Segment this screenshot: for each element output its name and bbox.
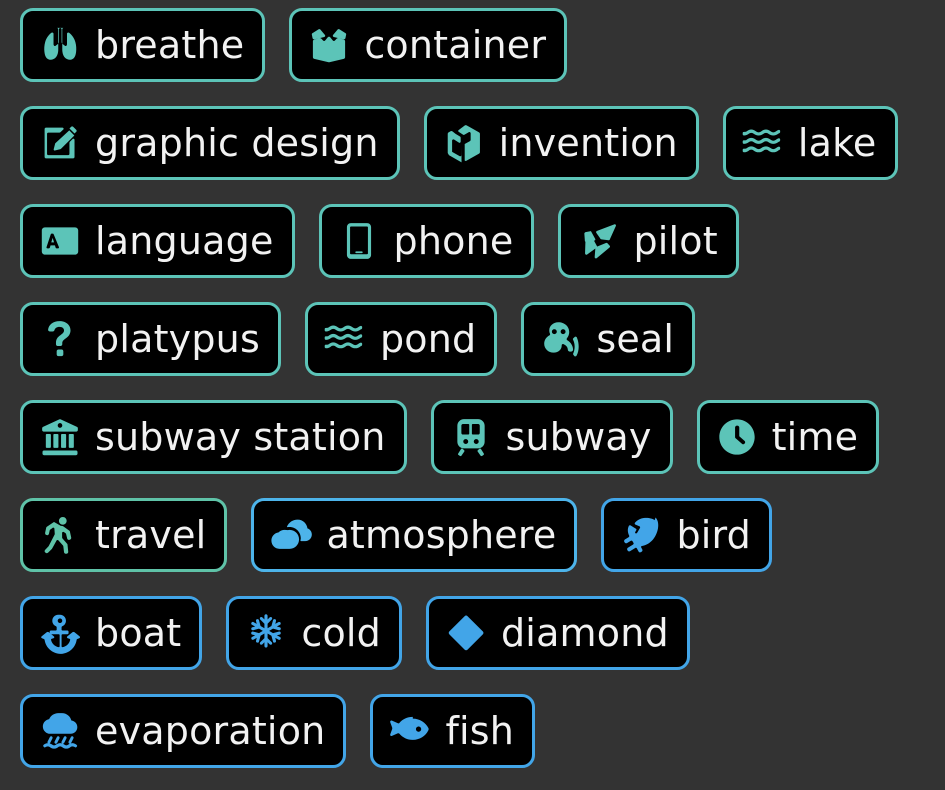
chip-label: container — [364, 23, 547, 67]
diamond-icon — [445, 612, 487, 654]
concept-chip-language[interactable]: language — [20, 204, 295, 278]
chip-label: evaporation — [95, 709, 326, 753]
concept-chip-seal[interactable]: seal — [521, 302, 696, 376]
chip-row: breathe container — [20, 8, 945, 82]
fish-icon — [389, 710, 431, 752]
chip-row: travel atmosphere bird — [20, 498, 945, 572]
paper-plane-icon — [577, 220, 619, 262]
chip-label: atmosphere — [326, 513, 557, 557]
concept-chip-evaporation[interactable]: evaporation — [20, 694, 347, 768]
chip-label: boat — [95, 611, 182, 655]
concept-chip-cold[interactable]: cold — [226, 596, 402, 670]
walking-person-icon — [39, 514, 81, 556]
concept-chip-container[interactable]: container — [289, 8, 568, 82]
concept-chip-graphic-design[interactable]: graphic design — [20, 106, 400, 180]
chip-label: breathe — [95, 23, 245, 67]
chip-row: language phone pilot — [20, 204, 945, 278]
lungs-icon — [39, 24, 81, 66]
chip-label: cold — [301, 611, 381, 655]
chip-label: fish — [445, 709, 515, 753]
feather-icon — [620, 514, 662, 556]
concept-chip-bird[interactable]: bird — [601, 498, 772, 572]
translate-icon — [39, 220, 81, 262]
waves-icon — [324, 318, 366, 360]
concept-chip-subway[interactable]: subway — [430, 400, 673, 474]
chip-label: phone — [393, 219, 514, 263]
chip-label: subway — [505, 415, 652, 459]
chip-label: travel — [95, 513, 207, 557]
chip-row: evaporation fish — [20, 694, 945, 768]
chip-row: subway station subway time — [20, 400, 945, 474]
chip-label: pond — [379, 317, 477, 361]
chip-label: diamond — [500, 611, 669, 655]
cloud-icon — [270, 514, 313, 556]
concept-chip-diamond[interactable]: diamond — [425, 596, 690, 670]
chip-row: boat cold diamond — [20, 596, 945, 670]
waves-icon — [742, 122, 784, 164]
concept-chip-platypus[interactable]: platypus — [20, 302, 281, 376]
chip-label: pilot — [633, 219, 718, 263]
concept-chip-phone[interactable]: phone — [318, 204, 535, 278]
concept-chip-fish[interactable]: fish — [370, 694, 536, 768]
concept-chip-time[interactable]: time — [696, 400, 880, 474]
train-icon — [450, 416, 492, 458]
concept-chip-pilot[interactable]: pilot — [558, 204, 739, 278]
rain-cloud-water-icon — [39, 710, 81, 752]
concept-chip-atmosphere[interactable]: atmosphere — [251, 498, 578, 572]
concept-chip-invention[interactable]: invention — [423, 106, 699, 180]
open-box-icon — [308, 24, 350, 66]
chip-label: invention — [498, 121, 678, 165]
chip-row: graphic design invention lake — [20, 106, 945, 180]
mobile-phone-icon — [338, 220, 380, 262]
chip-label: lake — [797, 121, 877, 165]
otter-icon — [540, 318, 582, 360]
chip-label: seal — [596, 317, 675, 361]
chip-label: platypus — [95, 317, 260, 361]
chip-label: time — [771, 415, 859, 459]
question-mark-icon — [39, 318, 81, 360]
chip-label: subway station — [95, 415, 386, 459]
pen-square-icon — [39, 122, 81, 164]
chip-row: platypus pond seal — [20, 302, 945, 376]
concept-chip-travel[interactable]: travel — [20, 498, 228, 572]
concept-chip-lake[interactable]: lake — [722, 106, 898, 180]
snowflake-icon — [245, 612, 287, 654]
concept-chip-boat[interactable]: boat — [20, 596, 203, 670]
concept-chip-pond[interactable]: pond — [304, 302, 498, 376]
concept-chip-subway-station[interactable]: subway station — [20, 400, 407, 474]
clock-icon — [716, 416, 758, 458]
anchor-icon — [39, 612, 81, 654]
concept-chip-breathe[interactable]: breathe — [20, 8, 266, 82]
chip-label: language — [95, 219, 274, 263]
chip-label: graphic design — [95, 121, 379, 165]
chip-board: breathe container graphic design invention l… — [0, 0, 945, 768]
bank-building-icon — [39, 416, 81, 458]
cube-icon — [443, 122, 485, 164]
chip-label: bird — [676, 513, 751, 557]
